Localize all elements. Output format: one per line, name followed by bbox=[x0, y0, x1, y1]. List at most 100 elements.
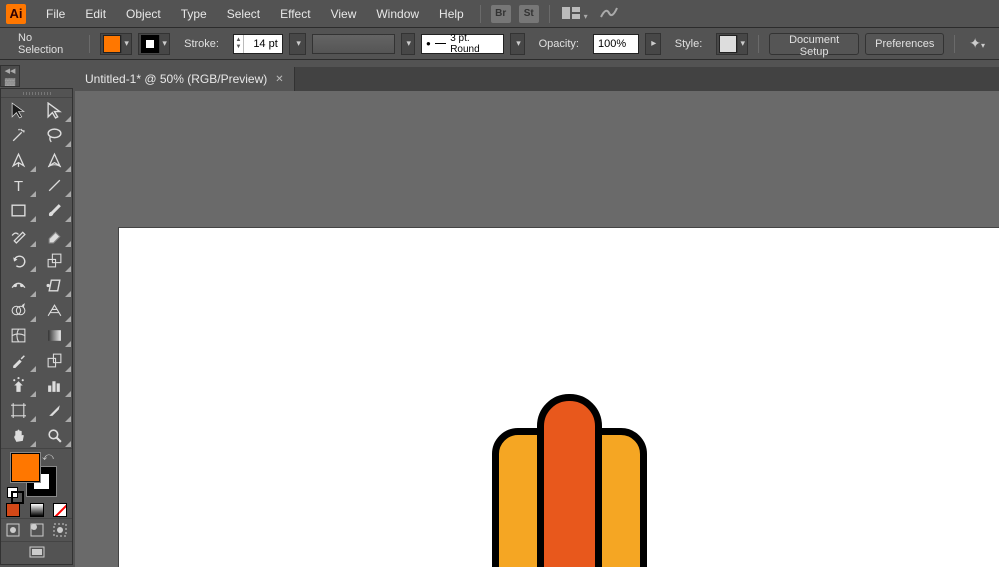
menu-bar: Ai File Edit Object Type Select Effect V… bbox=[0, 0, 999, 27]
stroke-weight-input[interactable]: ▲▼ 14 pt bbox=[233, 34, 283, 54]
fill-color-swatch[interactable] bbox=[11, 453, 40, 482]
shape-builder-tool[interactable] bbox=[1, 298, 37, 323]
rectangle-tool[interactable] bbox=[1, 198, 37, 223]
preferences-button[interactable]: Preferences bbox=[865, 33, 944, 55]
panel-collapse-handle[interactable]: ◀◀▓▓ bbox=[0, 65, 20, 87]
separator bbox=[89, 35, 90, 53]
perspective-grid-tool[interactable] bbox=[37, 298, 73, 323]
selection-tool[interactable] bbox=[1, 98, 37, 123]
zoom-tool[interactable] bbox=[37, 423, 73, 448]
close-icon[interactable]: ✕ bbox=[275, 74, 283, 85]
chevron-down-icon: ▾ bbox=[159, 35, 169, 53]
draw-behind-icon[interactable] bbox=[25, 519, 49, 541]
opacity-dropdown[interactable]: ▸ bbox=[645, 33, 661, 55]
gradient-tool[interactable] bbox=[37, 323, 73, 348]
shaper-tool[interactable] bbox=[1, 223, 37, 248]
variable-width-profile[interactable]: ● 3 pt. Round bbox=[421, 34, 504, 54]
gpu-icon[interactable] bbox=[596, 5, 622, 22]
chevron-down-icon: ▾ bbox=[121, 35, 131, 53]
hand-tool[interactable] bbox=[1, 423, 37, 448]
bullet-icon: ● bbox=[426, 39, 431, 48]
eraser-tool[interactable] bbox=[37, 223, 73, 248]
lasso-tool[interactable] bbox=[37, 123, 73, 148]
stroke-weight-value: 14 pt bbox=[244, 38, 282, 50]
arrange-icon[interactable]: ▾ bbox=[558, 6, 592, 22]
menu-window[interactable]: Window bbox=[368, 3, 427, 25]
opacity-label: Opacity: bbox=[531, 38, 587, 50]
menu-select[interactable]: Select bbox=[219, 3, 268, 25]
tab-title: Untitled-1* @ 50% (RGB/Preview) bbox=[85, 72, 267, 86]
separator bbox=[480, 5, 481, 23]
stock-icon[interactable]: St bbox=[519, 5, 539, 23]
menu-type[interactable]: Type bbox=[173, 3, 215, 25]
artwork-sausage-shape[interactable] bbox=[537, 394, 602, 567]
chevron-down-icon: ▾ bbox=[404, 35, 414, 53]
scale-tool[interactable] bbox=[37, 248, 73, 273]
selection-label: No Selection bbox=[10, 32, 79, 56]
default-fill-stroke-icon[interactable] bbox=[7, 487, 19, 499]
menu-help[interactable]: Help bbox=[431, 3, 472, 25]
stroke-swatch-dropdown[interactable]: ▾ bbox=[138, 33, 170, 55]
canvas-area[interactable] bbox=[75, 91, 999, 567]
width-tool[interactable] bbox=[1, 273, 37, 298]
curvature-tool[interactable] bbox=[37, 148, 73, 173]
screen-mode-row bbox=[1, 542, 72, 564]
svg-text:T: T bbox=[14, 179, 23, 194]
none-mode-button[interactable] bbox=[48, 501, 72, 518]
drawing-mode-row bbox=[1, 519, 72, 541]
control-bar: No Selection ▾ ▾ Stroke: ▲▼ 14 pt ▾ ▾ ● … bbox=[0, 27, 999, 60]
fill-swatch-dropdown[interactable]: ▾ bbox=[100, 33, 132, 55]
chevron-down-icon: ▾ bbox=[737, 35, 747, 53]
blend-tool[interactable] bbox=[37, 348, 73, 373]
draw-inside-icon[interactable] bbox=[48, 519, 72, 541]
document-setup-button[interactable]: Document Setup bbox=[769, 33, 859, 55]
artboard-tool[interactable] bbox=[1, 398, 37, 423]
chevron-down-icon: ▾ bbox=[294, 35, 304, 53]
slice-tool[interactable] bbox=[37, 398, 73, 423]
separator bbox=[758, 35, 759, 53]
screen-mode-button[interactable] bbox=[1, 542, 72, 564]
mesh-tool[interactable] bbox=[1, 323, 37, 348]
chevron-right-icon: ▸ bbox=[649, 35, 659, 53]
symbol-sprayer-tool[interactable] bbox=[1, 373, 37, 398]
menu-effect[interactable]: Effect bbox=[272, 3, 318, 25]
pen-tool[interactable] bbox=[1, 148, 37, 173]
opacity-input[interactable]: 100% bbox=[593, 34, 639, 54]
column-graph-tool[interactable] bbox=[37, 373, 73, 398]
document-tabs: Untitled-1* @ 50% (RGB/Preview) ✕ bbox=[75, 67, 999, 91]
brush-dropdown[interactable]: ▾ bbox=[401, 33, 415, 55]
brush-definition-dropdown[interactable] bbox=[312, 34, 394, 54]
menu-edit[interactable]: Edit bbox=[77, 3, 114, 25]
align-icon[interactable]: ✦▾ bbox=[965, 35, 989, 52]
bridge-icon[interactable]: Br bbox=[491, 5, 511, 23]
free-transform-tool[interactable] bbox=[37, 273, 73, 298]
rotate-tool[interactable] bbox=[1, 248, 37, 273]
profile-line-icon bbox=[435, 43, 446, 44]
style-label: Style: bbox=[667, 38, 711, 50]
swap-fill-stroke-icon[interactable]: ⤺ bbox=[42, 451, 54, 464]
tab-untitled[interactable]: Untitled-1* @ 50% (RGB/Preview) ✕ bbox=[75, 67, 295, 91]
magic-wand-tool[interactable] bbox=[1, 123, 37, 148]
eyedropper-tool[interactable] bbox=[1, 348, 37, 373]
paintbrush-tool[interactable] bbox=[37, 198, 73, 223]
menu-view[interactable]: View bbox=[323, 3, 365, 25]
profile-dropdown[interactable]: ▾ bbox=[510, 33, 524, 55]
gradient-mode-button[interactable] bbox=[25, 501, 49, 518]
type-tool[interactable]: T bbox=[1, 173, 37, 198]
draw-normal-icon[interactable] bbox=[1, 519, 25, 541]
menu-file[interactable]: File bbox=[38, 3, 73, 25]
menu-object[interactable]: Object bbox=[118, 3, 169, 25]
separator bbox=[954, 35, 955, 53]
stroke-label: Stroke: bbox=[176, 38, 227, 50]
artboard bbox=[119, 228, 999, 567]
fill-swatch bbox=[103, 35, 121, 53]
graphic-style-dropdown[interactable]: ▾ bbox=[716, 33, 748, 55]
app-logo-icon: Ai bbox=[6, 4, 26, 24]
separator bbox=[549, 5, 550, 23]
fill-stroke-section: ⤺ bbox=[1, 449, 72, 501]
stroke-weight-dropdown[interactable]: ▾ bbox=[289, 33, 307, 55]
line-tool[interactable] bbox=[37, 173, 73, 198]
panel-grip[interactable] bbox=[1, 89, 72, 98]
stepper-arrows-icon[interactable]: ▲▼ bbox=[234, 35, 244, 53]
direct-selection-tool[interactable] bbox=[37, 98, 73, 123]
